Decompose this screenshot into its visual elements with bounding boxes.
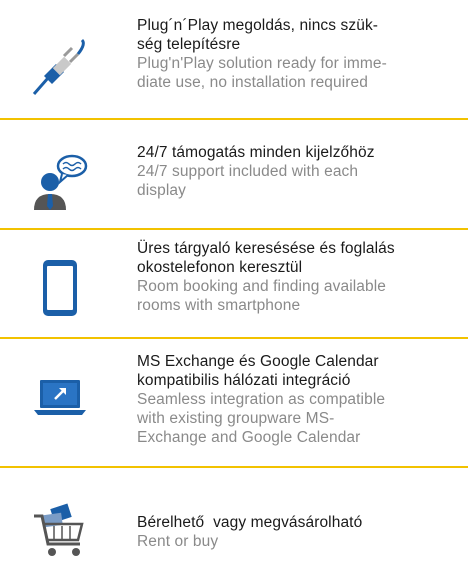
feature-en-line: with existing groupware MS- xyxy=(137,410,335,427)
feature-en-line: Rent or buy xyxy=(137,533,219,550)
feature-hu-line: kompatibilis hálózati integráció xyxy=(137,372,351,389)
feature-en-line: display xyxy=(137,182,186,199)
feature-en-line: Exchange and Google Calendar xyxy=(137,429,361,446)
feature-en-line: Plug'n'Play solution ready for imme- xyxy=(137,55,387,72)
feature-en-line: Room booking and finding available xyxy=(137,278,386,295)
feature-hu-line: ség telepítésre xyxy=(137,36,241,53)
separator-line xyxy=(0,337,468,339)
feature-hu-line: Üres tárgyaló keresésése és foglalás xyxy=(137,240,395,257)
laptop-icon xyxy=(30,368,90,428)
feature-hu-line: okostelefonon keresztül xyxy=(137,259,303,276)
smartphone-icon xyxy=(30,258,90,318)
feature-en-line: Seamless integration as compatible xyxy=(137,391,386,408)
plug-icon xyxy=(30,38,90,98)
shopping-cart-icon xyxy=(30,500,90,560)
feature-hu-line: MS Exchange és Google Calendar xyxy=(137,353,379,370)
separator-line xyxy=(0,466,468,468)
feature-hu-line: Plug´n´Play megoldás, nincs szük- xyxy=(137,17,379,34)
feature-en-line: 24/7 support included with each xyxy=(137,163,359,180)
support-agent-icon xyxy=(30,152,90,212)
feature-en-line: rooms with smartphone xyxy=(137,297,301,314)
feature-list: Plug´n´Play megoldás, nincs szük- ség te… xyxy=(0,0,468,566)
separator-line xyxy=(0,118,468,120)
separator-line xyxy=(0,228,468,230)
feature-hu-line: Bérelhető vagy megvásárolható xyxy=(137,514,363,531)
feature-hu-line: 24/7 támogatás minden kijelzőhöz xyxy=(137,144,375,161)
feature-en-line: diate use, no installation required xyxy=(137,74,368,91)
